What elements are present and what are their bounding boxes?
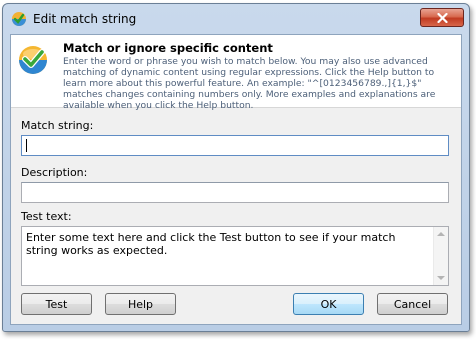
cancel-button[interactable]: Cancel (377, 293, 448, 315)
help-button[interactable]: Help (105, 293, 176, 315)
window-title: Edit match string (33, 12, 137, 26)
scroll-down-arrow-icon[interactable] (437, 276, 445, 280)
test-text-area[interactable]: Enter some text here and click the Test … (21, 226, 449, 286)
header-title: Match or ignore specific content (63, 41, 273, 55)
scroll-up-arrow-icon[interactable] (437, 232, 445, 236)
match-check-icon (17, 44, 49, 76)
close-button[interactable] (420, 8, 464, 27)
header-description: Enter the word or phrase you wish to mat… (63, 56, 436, 111)
edit-match-string-dialog: Edit match string Match or ignore specif… (2, 3, 470, 332)
header-panel: Match or ignore specific content Enter t… (11, 35, 461, 111)
close-icon (436, 12, 448, 23)
test-button[interactable]: Test (21, 293, 92, 315)
text-caret (26, 139, 27, 152)
app-logo-icon (11, 11, 27, 27)
title-bar[interactable]: Edit match string (3, 4, 469, 34)
test-text-scrollbar[interactable] (433, 227, 448, 285)
dialog-body: Match or ignore specific content Enter t… (10, 34, 462, 325)
description-label: Description: (21, 166, 88, 179)
ok-button[interactable]: OK (293, 293, 364, 315)
test-text-label: Test text: (21, 210, 72, 223)
match-string-label: Match string: (21, 119, 94, 132)
description-input[interactable] (21, 182, 449, 203)
match-string-input[interactable] (21, 135, 449, 156)
test-text-value: Enter some text here and click the Test … (26, 231, 396, 257)
